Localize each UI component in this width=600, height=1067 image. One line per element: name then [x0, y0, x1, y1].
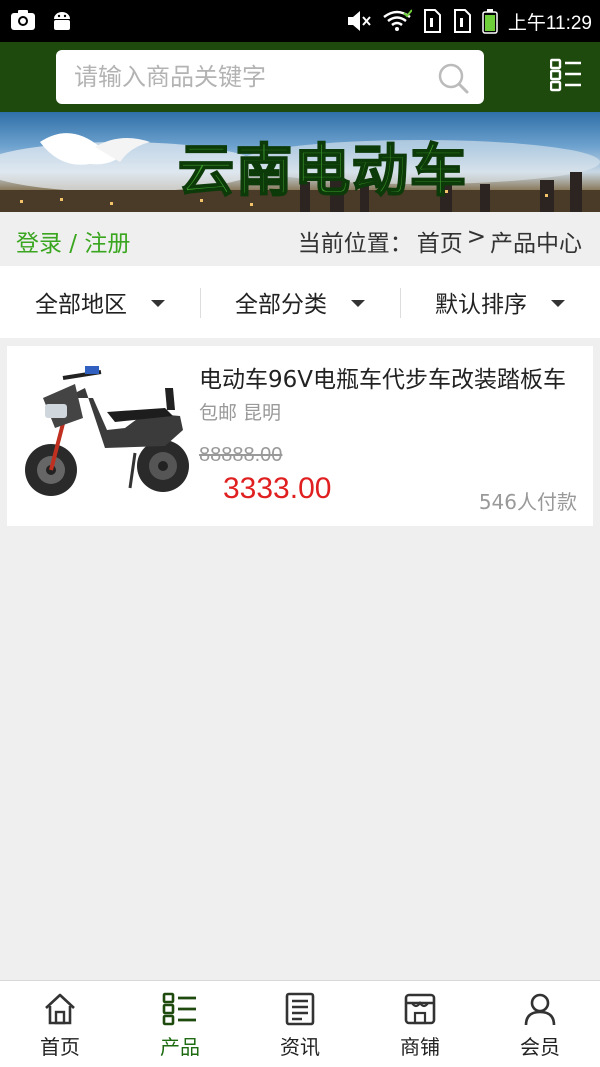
breadcrumb-home[interactable]: 首页 — [417, 224, 463, 258]
login-register-link[interactable]: 登录 / 注册 — [16, 224, 130, 258]
search-box[interactable] — [56, 50, 484, 104]
product-meta: 包邮 昆明 — [199, 402, 282, 424]
nav-products[interactable]: 产品 — [120, 981, 240, 1067]
product-card[interactable]: 电动车96V电瓶车代步车改装踏板车 包邮 昆明 88888.00 3333.00… — [7, 346, 593, 526]
location-bar: 登录 / 注册 当前位置： 首页 > 产品中心 — [0, 212, 600, 266]
nav-products-label: 产品 — [160, 1035, 200, 1059]
bottom-nav: 首页 产品 资讯 商铺 会员 — [0, 980, 600, 1067]
caret-down-icon — [351, 299, 365, 307]
status-time: 上午11:29 — [507, 12, 592, 34]
mute-icon — [347, 11, 371, 31]
product-price: 3333.00 — [223, 472, 332, 505]
caret-down-icon — [551, 299, 565, 307]
filter-region-label: 全部地区 — [35, 292, 127, 318]
shop-icon — [404, 993, 436, 1025]
user-icon — [524, 993, 556, 1026]
filter-sort-label: 默认排序 — [435, 292, 527, 318]
wifi-icon — [383, 9, 412, 31]
home-icon — [45, 993, 75, 1025]
sim1-icon — [423, 9, 441, 33]
nav-member[interactable]: 会员 — [480, 981, 600, 1067]
filter-bar: 全部地区 全部分类 默认排序 — [0, 266, 600, 338]
battery-icon — [482, 9, 498, 34]
sim2-icon — [453, 9, 471, 33]
banner[interactable]: 云南电动车 — [0, 112, 600, 212]
breadcrumb-prefix: 当前位置： — [297, 231, 413, 257]
filter-region[interactable]: 全部地区 — [0, 266, 200, 338]
banner-title: 云南电动车 — [177, 137, 468, 205]
product-sold-count: 546人付款 — [478, 490, 577, 514]
filter-category-label: 全部分类 — [235, 292, 327, 318]
nav-shop-label: 商铺 — [400, 1035, 440, 1059]
filter-category[interactable]: 全部分类 — [200, 266, 400, 338]
filter-sort[interactable]: 默认排序 — [400, 266, 600, 338]
breadcrumb-current: 产品中心 — [490, 231, 582, 257]
nav-home-label: 首页 — [40, 1035, 80, 1059]
nav-news-label: 资讯 — [280, 1035, 320, 1059]
caret-down-icon — [151, 299, 165, 307]
list-icon — [162, 992, 196, 1026]
android-icon — [54, 12, 70, 30]
product-image[interactable] — [15, 358, 193, 508]
product-title[interactable]: 电动车96V电瓶车代步车改装踏板车 — [199, 360, 577, 394]
nav-news[interactable]: 资讯 — [240, 981, 360, 1067]
search-input[interactable] — [74, 50, 424, 104]
nav-shop[interactable]: 商铺 — [360, 981, 480, 1067]
product-old-price: 88888.00 — [199, 444, 283, 466]
news-icon — [285, 992, 315, 1026]
nav-member-label: 会员 — [520, 1035, 560, 1059]
breadcrumb: 当前位置： 首页 > 产品中心 — [298, 224, 582, 258]
search-icon[interactable] — [436, 61, 470, 95]
screenshot-icon — [11, 10, 35, 30]
category-menu-icon[interactable] — [550, 58, 582, 92]
nav-home[interactable]: 首页 — [0, 981, 120, 1067]
header — [0, 42, 600, 112]
breadcrumb-separator: > — [466, 224, 486, 250]
status-bar: 上午11:29 — [0, 0, 600, 42]
